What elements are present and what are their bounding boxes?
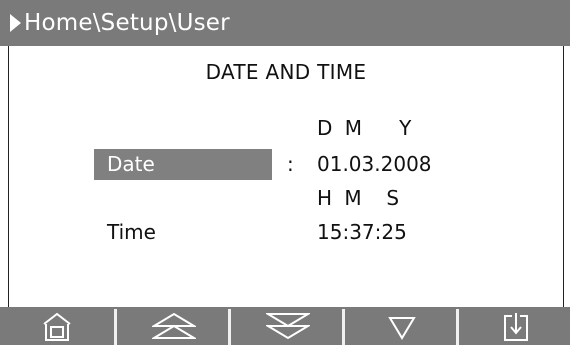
device-screen: Home\Setup\User DATE AND TIME D M Y Date… [0,0,570,345]
date-separator: : [287,152,294,176]
time-format-header: H M S [317,186,400,210]
page-up-button[interactable] [114,309,228,345]
down-arrow-icon [388,317,416,340]
date-value[interactable]: 01.03.2008 [317,152,432,176]
down-button[interactable] [342,309,456,345]
softkey-bar [0,307,570,345]
header-bar: Home\Setup\User [0,0,570,46]
page-title: DATE AND TIME [205,60,367,84]
content-panel: DATE AND TIME D M Y Date : 01.03.2008 H … [8,46,564,307]
time-value[interactable]: 15:37:25 [317,220,407,244]
date-label[interactable]: Date [107,152,155,176]
home-icon [43,312,71,341]
breadcrumb-arrow-icon [10,14,21,32]
page-up-icon [152,312,196,339]
date-format-header: D M Y [317,116,412,140]
home-button[interactable] [0,309,114,345]
breadcrumb: Home\Setup\User [24,10,230,36]
page-down-button[interactable] [228,309,342,345]
enter-button[interactable] [456,309,570,345]
time-label[interactable]: Time [107,220,156,244]
page-down-icon [266,313,310,340]
enter-icon [504,313,528,341]
